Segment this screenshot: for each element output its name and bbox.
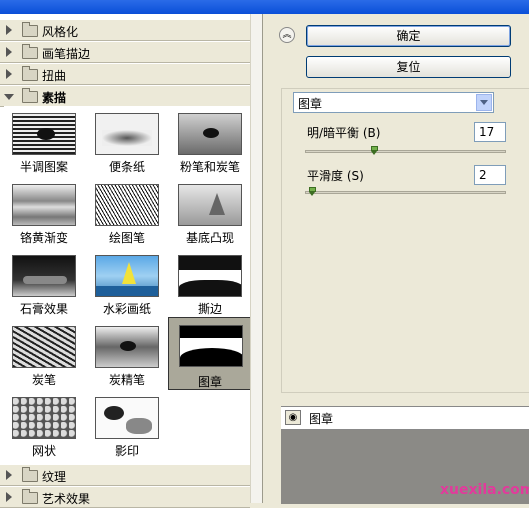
filter-name: 石膏效果	[19, 302, 68, 316]
reset-button[interactable]: 复位	[306, 56, 511, 78]
category-artistic[interactable]: 艺术效果	[0, 486, 250, 508]
ok-button[interactable]: 确定	[306, 25, 511, 47]
filter-bas-relief[interactable]: 基底凸现	[172, 179, 248, 245]
filter-halftone-pattern[interactable]: 半调图案	[6, 108, 82, 174]
folder-icon	[22, 467, 38, 482]
filter-chrome[interactable]: 铬黄渐变	[6, 179, 82, 245]
category-label: 风格化	[42, 25, 79, 39]
light-dark-balance-input[interactable]: 17	[474, 122, 506, 142]
filter-thumbnail	[12, 397, 76, 439]
folder-icon	[22, 489, 38, 504]
category-texture[interactable]: 纹理	[0, 464, 250, 486]
filter-name: 影印	[114, 444, 139, 458]
category-stylize[interactable]: 风格化	[0, 19, 250, 41]
category-label: 素描	[42, 91, 67, 105]
filter-reticulation[interactable]: 网状	[6, 392, 82, 458]
filter-conte-crayon[interactable]: 炭精笔	[89, 321, 165, 387]
smoothness-slider[interactable]	[305, 191, 506, 194]
filter-name: 铬黄渐变	[19, 231, 68, 245]
filter-name: 基底凸现	[185, 231, 234, 245]
filter-thumbnail	[12, 255, 76, 297]
expand-arrow-icon[interactable]	[6, 47, 12, 57]
filter-stamp-selected[interactable]: 图章	[168, 317, 252, 390]
folder-icon	[22, 66, 38, 81]
double-chevron-up-icon[interactable]: ︽	[279, 27, 295, 43]
category-brush-strokes[interactable]: 画笔描边	[0, 41, 250, 63]
light-dark-balance-label: 明/暗平衡 (B)	[307, 126, 381, 140]
filter-chalk-charcoal[interactable]: 粉笔和炭笔	[172, 108, 248, 174]
effect-layer-name: 图章	[309, 412, 334, 426]
category-distort[interactable]: 扭曲	[0, 63, 250, 85]
filter-thumbnail	[95, 397, 159, 439]
expand-arrow-icon[interactable]	[6, 492, 12, 502]
filter-name: 图章	[197, 375, 222, 389]
filter-graphic-pen[interactable]: 绘图笔	[89, 179, 165, 245]
filter-name: 水彩画纸	[102, 302, 151, 316]
filter-name: 绘图笔	[108, 231, 145, 245]
expand-arrow-icon[interactable]	[6, 470, 12, 480]
smoothness-slider-thumb[interactable]	[308, 187, 316, 196]
filter-name: 半调图案	[19, 160, 68, 174]
filter-thumbnail-grid: 半调图案 便条纸 粉笔和炭笔 铬黄渐变 绘图笔 基底凸现 石膏效果 水彩画纸 撕…	[4, 106, 252, 464]
filter-select[interactable]: 图章	[293, 92, 494, 113]
filter-thumbnail	[178, 113, 242, 155]
filter-thumbnail	[178, 255, 242, 297]
filter-name: 炭笔	[31, 373, 56, 387]
category-label: 艺术效果	[42, 492, 91, 506]
filter-thumbnail	[95, 326, 159, 368]
filter-thumbnail	[95, 184, 159, 226]
folder-icon	[22, 22, 38, 37]
light-dark-balance-slider[interactable]	[305, 150, 506, 153]
category-label: 画笔描边	[42, 47, 91, 61]
smoothness-label: 平滑度 (S)	[307, 169, 364, 183]
filter-name: 粉笔和炭笔	[179, 160, 240, 174]
category-sketch[interactable]: 素描	[0, 85, 250, 107]
filter-select-value: 图章	[298, 97, 323, 111]
filter-water-paper[interactable]: 水彩画纸	[89, 250, 165, 316]
category-label: 纹理	[42, 470, 67, 484]
expand-arrow-icon[interactable]	[6, 25, 12, 35]
smoothness-input[interactable]: 2	[474, 165, 506, 185]
filter-plaster[interactable]: 石膏效果	[6, 250, 82, 316]
collapse-arrow-icon[interactable]	[4, 94, 14, 100]
filter-photocopy[interactable]: 影印	[89, 392, 165, 458]
category-label: 扭曲	[42, 69, 67, 83]
eye-icon[interactable]: ◉	[285, 410, 301, 425]
filter-note-paper[interactable]: 便条纸	[89, 108, 165, 174]
folder-open-icon	[22, 88, 38, 103]
filter-name: 炭精笔	[108, 373, 145, 387]
filter-thumbnail	[95, 113, 159, 155]
light-dark-balance-slider-thumb[interactable]	[370, 146, 378, 155]
filter-thumbnail	[12, 184, 76, 226]
folder-icon	[22, 44, 38, 59]
filter-name: 便条纸	[108, 160, 145, 174]
effect-layer-row[interactable]: ◉ 图章	[281, 407, 529, 430]
filter-name: 撕边	[197, 302, 222, 316]
filter-name: 网状	[31, 444, 56, 458]
filter-thumbnail	[179, 325, 243, 367]
expand-arrow-icon[interactable]	[6, 69, 12, 79]
filter-thumbnail	[12, 113, 76, 155]
filter-thumbnail	[12, 326, 76, 368]
gallery-scrollbar[interactable]	[250, 14, 262, 503]
filter-thumbnail	[178, 184, 242, 226]
filter-charcoal[interactable]: 炭笔	[6, 321, 82, 387]
watermark: xuexila.com	[440, 482, 529, 498]
chevron-down-icon[interactable]	[476, 94, 492, 111]
filter-torn-edges[interactable]: 撕边	[172, 250, 248, 316]
filter-thumbnail	[95, 255, 159, 297]
title-bar	[0, 0, 529, 14]
